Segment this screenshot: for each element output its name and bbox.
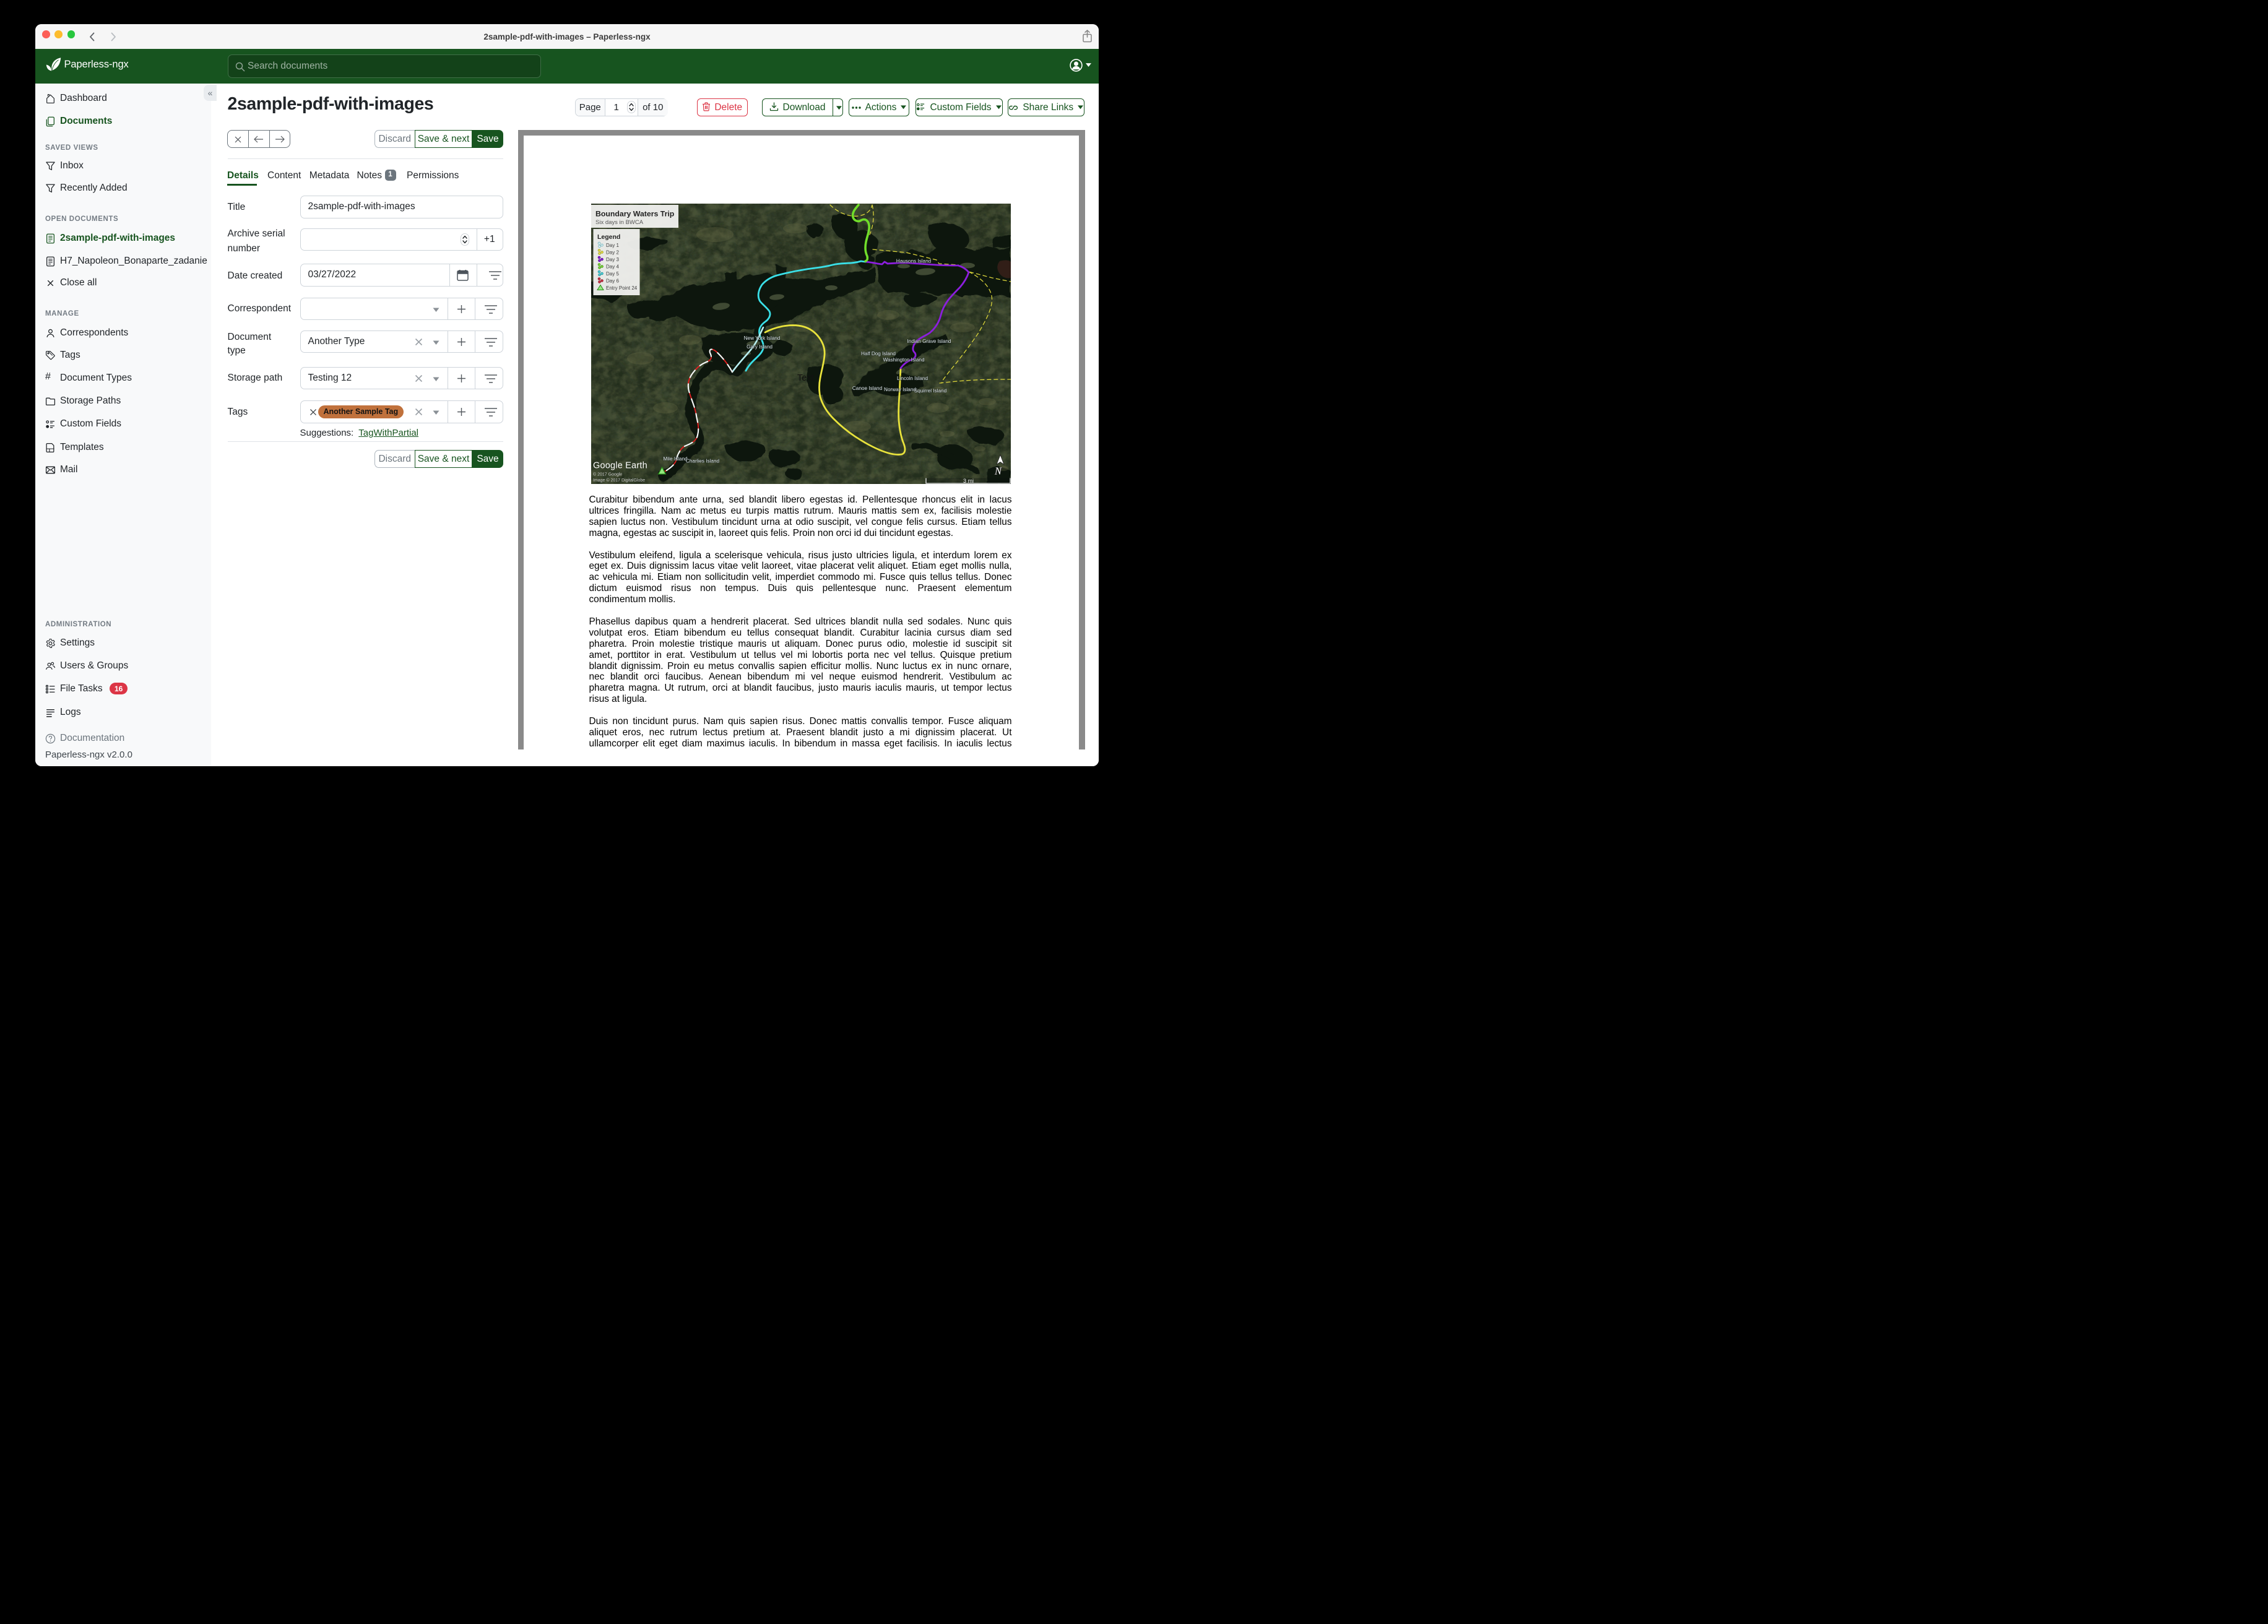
svg-text:Text: Text (797, 373, 814, 383)
svg-text:Charlies Island: Charlies Island (686, 458, 720, 464)
svg-text:Washington Island: Washington Island (883, 357, 925, 363)
svg-text:New York Island: New York Island (744, 335, 781, 341)
svg-text:Indian Grave Island: Indian Grave Island (907, 339, 951, 344)
svg-text:Day 6: Day 6 (606, 278, 619, 283)
svg-text:Day 2: Day 2 (606, 249, 619, 255)
svg-text:Six days in BWCA: Six days in BWCA (595, 219, 644, 226)
svg-text:Image © 2017 DigitalGlobe: Image © 2017 DigitalGlobe (593, 478, 645, 483)
svg-text:Boundary Waters Trip: Boundary Waters Trip (595, 209, 674, 218)
svg-text:3 mi: 3 mi (963, 478, 974, 484)
svg-text:Gary Island: Gary Island (747, 344, 773, 350)
svg-text:Day 1: Day 1 (606, 243, 619, 248)
svg-text:Legend: Legend (597, 233, 620, 241)
svg-text:Lincoln Island: Lincoln Island (897, 376, 928, 381)
svg-text:Half Dog Island: Half Dog Island (861, 351, 896, 356)
svg-text:Day 4: Day 4 (606, 264, 619, 269)
svg-text:Google Earth: Google Earth (593, 460, 647, 470)
svg-text:Canoe Island: Canoe Island (852, 386, 883, 391)
svg-text:Norway Island: Norway Island (884, 387, 916, 392)
svg-text:Hausons Island: Hausons Island (896, 258, 932, 264)
svg-text:Day 5: Day 5 (606, 271, 619, 277)
svg-text:Day 3: Day 3 (606, 257, 619, 262)
svg-text:Squirrel Island: Squirrel Island (914, 388, 947, 394)
svg-text:© 2017 Google: © 2017 Google (593, 472, 622, 477)
svg-text:Mile Island: Mile Island (663, 456, 688, 462)
svg-text:Entry Point 24: Entry Point 24 (606, 285, 638, 291)
svg-text:N: N (994, 465, 1002, 477)
